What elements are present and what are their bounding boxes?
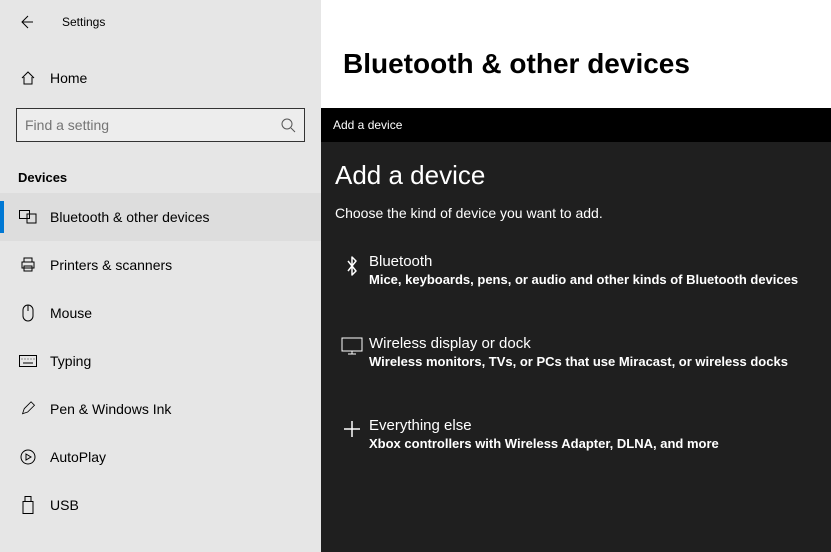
sidebar: Settings Home Devices Bluetooth & other … xyxy=(0,0,321,552)
nav-label: USB xyxy=(50,497,79,513)
mouse-icon xyxy=(18,304,38,322)
nav-label: Pen & Windows Ink xyxy=(50,401,171,417)
dialog-heading: Add a device xyxy=(335,160,817,191)
option-text: Wireless display or dock Wireless monito… xyxy=(369,335,817,369)
dialog-titlebar: Add a device xyxy=(321,108,831,142)
nav-label: Printers & scanners xyxy=(50,257,172,273)
search-input[interactable] xyxy=(25,117,280,133)
option-everything-else[interactable]: Everything else Xbox controllers with Wi… xyxy=(335,405,817,467)
option-title: Wireless display or dock xyxy=(369,335,817,352)
top-row: Settings xyxy=(0,0,321,44)
option-title: Bluetooth xyxy=(369,253,817,270)
keyboard-icon xyxy=(18,355,38,367)
nav-label: Typing xyxy=(50,353,91,369)
back-button[interactable] xyxy=(12,8,40,36)
nav-item-pen[interactable]: Pen & Windows Ink xyxy=(0,385,321,433)
option-wireless-display[interactable]: Wireless display or dock Wireless monito… xyxy=(335,323,817,385)
home-label: Home xyxy=(50,70,87,86)
section-title: Devices xyxy=(18,170,321,185)
monitor-icon xyxy=(335,335,369,355)
app-root: Settings Home Devices Bluetooth & other … xyxy=(0,0,831,552)
nav-item-typing[interactable]: Typing xyxy=(0,337,321,385)
pen-icon xyxy=(18,401,38,417)
dialog-body: Add a device Choose the kind of device y… xyxy=(321,142,831,467)
nav-item-printers[interactable]: Printers & scanners xyxy=(0,241,321,289)
option-title: Everything else xyxy=(369,417,817,434)
page-title: Bluetooth & other devices xyxy=(321,0,831,80)
home-nav[interactable]: Home xyxy=(0,58,321,98)
option-desc: Xbox controllers with Wireless Adapter, … xyxy=(369,436,817,451)
nav-item-mouse[interactable]: Mouse xyxy=(0,289,321,337)
nav-label: Bluetooth & other devices xyxy=(50,209,210,225)
option-text: Bluetooth Mice, keyboards, pens, or audi… xyxy=(369,253,817,287)
usb-icon xyxy=(18,496,38,514)
dialog-subheading: Choose the kind of device you want to ad… xyxy=(335,205,817,221)
window-title: Settings xyxy=(62,15,105,29)
plus-icon xyxy=(335,417,369,439)
printer-icon xyxy=(18,257,38,273)
dialog-titlebar-text: Add a device xyxy=(333,118,402,132)
devices-icon xyxy=(18,210,38,224)
option-bluetooth[interactable]: Bluetooth Mice, keyboards, pens, or audi… xyxy=(335,241,817,303)
option-desc: Mice, keyboards, pens, or audio and othe… xyxy=(369,272,817,287)
nav-list: Bluetooth & other devices Printers & sca… xyxy=(0,193,321,529)
search-icon xyxy=(280,117,296,133)
option-text: Everything else Xbox controllers with Wi… xyxy=(369,417,817,451)
add-device-dialog: Add a device Add a device Choose the kin… xyxy=(321,108,831,552)
nav-item-bluetooth[interactable]: Bluetooth & other devices xyxy=(0,193,321,241)
nav-item-autoplay[interactable]: AutoPlay xyxy=(0,433,321,481)
arrow-left-icon xyxy=(18,14,34,30)
option-desc: Wireless monitors, TVs, or PCs that use … xyxy=(369,354,817,369)
autoplay-icon xyxy=(18,449,38,465)
bluetooth-icon xyxy=(335,253,369,277)
search-box[interactable] xyxy=(16,108,305,142)
main-content: Bluetooth & other devices Add a device A… xyxy=(321,0,831,552)
nav-label: AutoPlay xyxy=(50,449,106,465)
home-icon xyxy=(18,70,38,86)
nav-label: Mouse xyxy=(50,305,92,321)
nav-item-usb[interactable]: USB xyxy=(0,481,321,529)
